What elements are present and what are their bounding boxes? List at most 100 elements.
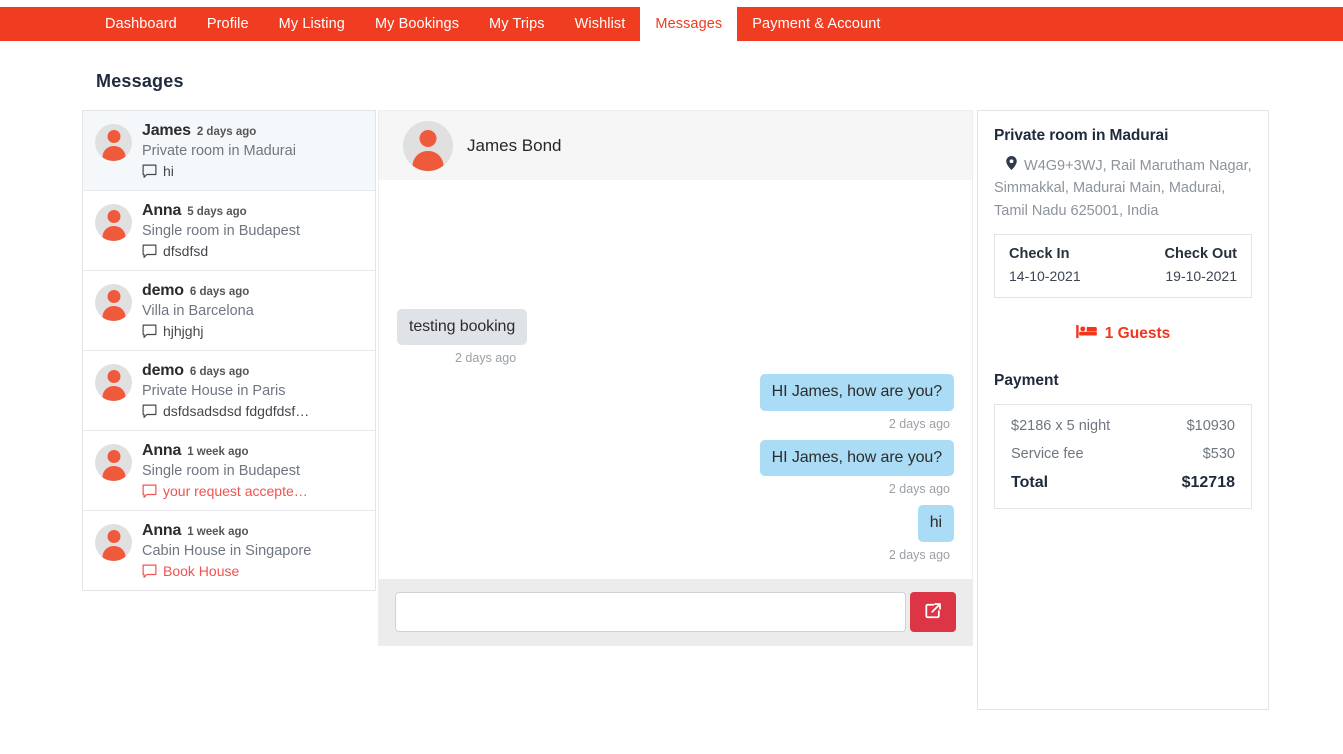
payment-total-row: Total $12718: [1011, 474, 1235, 492]
message-bubble: HI James, how are you?: [759, 439, 954, 477]
message-out: hi 2 days ago: [397, 505, 954, 571]
conversation-body: Anna 1 week ago Single room in Budapest yo…: [142, 442, 361, 499]
check-out-value: 19-10-2021: [1165, 268, 1237, 285]
conversation-name: Anna: [142, 202, 182, 219]
main-navigation: Dashboard Profile My Listing My Bookings My …: [0, 7, 1343, 41]
conversation-snippet: hi: [142, 163, 361, 179]
page-title: Messages: [96, 71, 184, 91]
conversation-snippet-text: dfsdfsd: [163, 243, 209, 259]
nav-item-messages[interactable]: Messages: [640, 7, 738, 41]
conversation-name: demo: [142, 362, 184, 379]
chat-bubble-icon: [142, 404, 157, 419]
conversation-header: demo 6 days ago: [142, 282, 361, 300]
payment-row-value: $12718: [1181, 474, 1235, 492]
conversation-listing: Villa in Barcelona: [142, 303, 254, 319]
message-bubble: testing booking: [397, 308, 528, 346]
conversation-snippet: hjhjghj: [142, 323, 361, 339]
nav-item-my-listing[interactable]: My Listing: [264, 7, 360, 41]
share-icon: [923, 601, 943, 624]
conversation-name: James: [142, 122, 191, 139]
conversation-time: 6 days ago: [189, 286, 250, 298]
conversation-name: demo: [142, 282, 184, 299]
conversation-listing: Single room in Budapest: [142, 223, 300, 239]
conversation-item[interactable]: James 2 days ago Private room in Madurai h…: [83, 111, 375, 191]
avatar: [95, 364, 132, 401]
conversation-time: 2 days ago: [196, 126, 257, 138]
conversation-listing: Single room in Budapest: [142, 463, 300, 479]
checkin-checkout-box: Check In 14-10-2021 Check Out 19-10-2021: [994, 234, 1252, 299]
address-text: W4G9+3WJ, Rail Marutham Nagar, Simmakkal…: [994, 158, 1252, 219]
nav-item-dashboard[interactable]: Dashboard: [90, 7, 192, 41]
chat-bubble-icon: [142, 164, 157, 179]
avatar: [95, 524, 132, 561]
avatar: [95, 284, 132, 321]
conversation-time: 5 days ago: [187, 206, 247, 218]
conversation-body: Anna 5 days ago Single room in Budapest df…: [142, 202, 361, 259]
payment-row-value: $530: [1202, 446, 1235, 463]
avatar: [95, 204, 132, 241]
conversation-name: Anna: [142, 442, 182, 459]
chat-header-name: James Bond: [467, 135, 562, 155]
nav-item-wishlist[interactable]: Wishlist: [560, 7, 641, 41]
conversation-item[interactable]: Anna 1 week ago Cabin House in Singapore B…: [83, 511, 375, 590]
payment-row-label: $2186 x 5 night: [1011, 418, 1111, 435]
conversation-time: 6 days ago: [189, 366, 250, 378]
message-timestamp: 2 days ago: [888, 548, 950, 562]
check-out-label: Check Out: [1164, 246, 1237, 263]
payment-row: Service fee $530: [1011, 446, 1235, 462]
conversation-time: 1 week ago: [187, 446, 249, 458]
conversation-snippet: dfsdfsd: [142, 243, 361, 259]
conversation-snippet-text: dsfdsadsdsd fdgdfdsf…: [163, 403, 310, 419]
conversation-list: James 2 days ago Private room in Madurai h…: [82, 110, 376, 591]
messages-layout: James 2 days ago Private room in Madurai h…: [82, 110, 1343, 710]
guests-text: 1 Guests: [1104, 325, 1171, 343]
payment-breakdown: $2186 x 5 night $10930 Service fee $530 Tota…: [994, 404, 1252, 510]
chat-bubble-icon: [142, 244, 157, 259]
nav-item-my-bookings[interactable]: My Bookings: [360, 7, 474, 41]
avatar: [95, 124, 132, 161]
message-bubble: HI James, how are you?: [759, 374, 954, 411]
nav-item-my-trips[interactable]: My Trips: [474, 7, 560, 41]
listing-title: Private room in Madurai: [994, 127, 1169, 144]
send-button[interactable]: [910, 592, 956, 632]
payment-heading: Payment: [994, 372, 1059, 390]
guests-row: 1 Guests: [994, 324, 1252, 344]
nav-item-profile[interactable]: Profile: [192, 7, 264, 41]
check-in-value: 14-10-2021: [1009, 268, 1081, 285]
conversation-item[interactable]: demo 6 days ago Private House in Paris dsf…: [83, 351, 375, 431]
avatar: [95, 444, 132, 481]
conversation-header: Anna 5 days ago: [142, 202, 361, 220]
conversation-snippet: Book House: [142, 563, 361, 579]
conversation-snippet-text: Book House: [163, 563, 240, 579]
nav-item-payment-account[interactable]: Payment & Account: [737, 7, 895, 41]
conversation-header: James 2 days ago: [142, 122, 361, 140]
payment-row-value: $10930: [1186, 418, 1235, 435]
conversation-snippet-text: hi: [163, 163, 174, 179]
check-out-cell: Check Out 19-10-2021: [1164, 246, 1237, 284]
chat-header: James Bond: [379, 111, 972, 180]
chat-bubble-icon: [142, 484, 157, 499]
chat-column: James Bond testing booking 2 days ago HI J…: [378, 110, 973, 646]
conversation-item[interactable]: Anna 1 week ago Single room in Budapest yo…: [83, 431, 375, 511]
chat-message-list: testing booking 2 days ago HI James, how a…: [379, 180, 972, 579]
avatar: [403, 120, 453, 171]
location-pin-icon: [1006, 156, 1021, 174]
conversation-item[interactable]: Anna 5 days ago Single room in Budapest df…: [83, 191, 375, 271]
chat-messages-container: testing booking 2 days ago HI James, how a…: [397, 308, 954, 571]
booking-details-panel: Private room in Madurai W4G9+3WJ, Rail M…: [977, 110, 1269, 710]
conversation-listing: Cabin House in Singapore: [142, 543, 312, 559]
message-in: testing booking 2 days ago: [397, 308, 954, 375]
listing-address: W4G9+3WJ, Rail Marutham Nagar, Simmakkal…: [994, 155, 1252, 222]
message-out: HI James, how are you? 2 days ago: [397, 374, 954, 440]
conversation-snippet: dsfdsadsdsd fdgdfdsf…: [142, 403, 361, 419]
conversation-listing: Private room in Madurai: [142, 143, 296, 159]
conversation-snippet-text: your request accepte…: [163, 483, 308, 499]
conversation-header: Anna 1 week ago: [142, 522, 361, 540]
conversation-snippet-text: hjhjghj: [163, 323, 204, 339]
conversation-item[interactable]: demo 6 days ago Villa in Barcelona hjhjghj: [83, 271, 375, 351]
message-timestamp: 2 days ago: [888, 416, 950, 431]
chat-top-spacer: [397, 196, 954, 309]
message-input[interactable]: [395, 592, 906, 632]
payment-row-label: Total: [1011, 474, 1049, 492]
conversation-body: demo 6 days ago Private House in Paris dsf…: [142, 362, 361, 419]
